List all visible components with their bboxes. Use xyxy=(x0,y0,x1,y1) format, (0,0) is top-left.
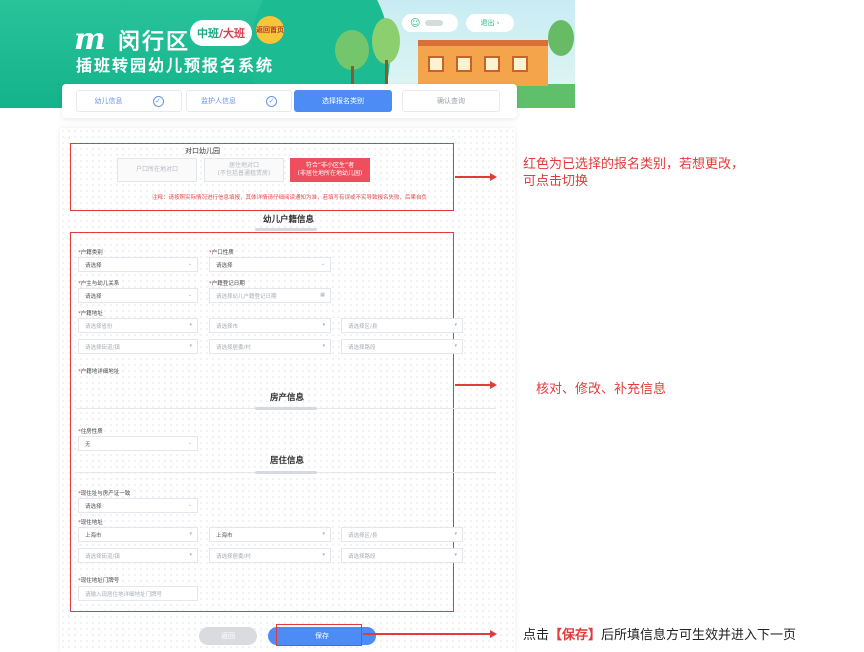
save-highlight-box xyxy=(276,624,362,646)
check-circle-icon: ✓ xyxy=(266,95,277,107)
household-village-select[interactable]: 请选择居委/村 ▾ xyxy=(209,339,331,354)
residence-street-select[interactable]: 请选择街道/镇 ▾ xyxy=(78,548,198,563)
chevron-down-icon: ▾ xyxy=(189,343,192,349)
housing-nature-label: *住房性质 xyxy=(78,429,103,435)
chevron-down-icon: ▾ xyxy=(454,322,457,328)
logout-label: 退出 xyxy=(480,19,495,27)
class-pill-middle: 中班 xyxy=(196,27,219,40)
household-city-select[interactable]: 请选择市 ▾ xyxy=(209,318,331,333)
tree-trunk xyxy=(351,66,354,86)
username-redacted xyxy=(425,20,444,26)
household-type-label: *户籍类别 xyxy=(78,250,103,256)
class-pill-senior: /大班 xyxy=(218,27,246,40)
residence-district-select[interactable]: 请选择区/县 ▾ xyxy=(341,527,463,542)
section-underline xyxy=(255,228,317,231)
step-child-info[interactable]: 幼儿信息 ✓ xyxy=(76,90,182,112)
chevron-down-icon: ▾ xyxy=(322,322,325,328)
user-icon: ☺ xyxy=(410,17,421,29)
step-label: 确认查询 xyxy=(437,97,465,105)
section-underline xyxy=(255,407,317,410)
household-type-select[interactable]: 请选择 ⌄ xyxy=(78,257,198,272)
household-address-label: *户籍地址 xyxy=(78,311,103,317)
chevron-down-icon: ⌄ xyxy=(187,261,192,267)
address-consistent-select[interactable]: 请选择 ⌄ xyxy=(78,498,198,513)
step-label: 幼儿信息 xyxy=(94,97,123,105)
doorplate-label: *现住地址门牌号 xyxy=(78,578,120,584)
housing-nature-select[interactable]: 无 ⌄ xyxy=(78,436,198,451)
tree-illustration xyxy=(335,30,369,70)
section-underline xyxy=(255,471,317,474)
residence-address-label: *现住地址 xyxy=(78,520,103,526)
category-option-label: 户口所在地对口 xyxy=(135,166,178,173)
relation-label: *户主与幼儿关系 xyxy=(78,281,120,287)
chevron-down-icon: ▾ xyxy=(322,343,325,349)
category-option-residence[interactable]: 居住地对口 (不包括普通租赁房) xyxy=(204,158,284,182)
class-level-pill: 中班/大班 xyxy=(190,20,252,46)
household-detail-input[interactable] xyxy=(78,376,198,391)
hukou-nature-label: *户口性质 xyxy=(209,250,234,256)
relation-select[interactable]: 请选择 ⌄ xyxy=(78,288,198,303)
step-confirm-query[interactable]: 确认查询 xyxy=(402,90,500,112)
category-option-label: 居住地对口 (不包括普通租赁房) xyxy=(217,162,271,177)
screenshot-root: m 闵行区 中班/大班 返回首页 插班转园幼儿预报名系统 ☺ 退出 › 幼儿信息… xyxy=(0,0,864,652)
tree-illustration xyxy=(548,20,574,56)
kindergarten-building-illustration xyxy=(418,40,548,86)
category-title: 对口幼儿园 xyxy=(185,147,220,155)
check-circle-icon: ✓ xyxy=(152,95,164,107)
step-select-category[interactable]: 选择报名类别 xyxy=(294,90,392,112)
tree-illustration xyxy=(372,18,400,64)
category-option-non-district[interactable]: 符合“非小区生”者 (非居住地所在地幼儿园) xyxy=(290,158,370,182)
step-label: 监护人信息 xyxy=(201,97,236,105)
household-road-select[interactable]: 请选择路段 ▾ xyxy=(341,339,463,354)
chevron-down-icon: ▾ xyxy=(454,552,457,558)
category-arrow xyxy=(455,173,497,180)
chevron-down-icon: ▾ xyxy=(189,322,192,328)
hukou-nature-select[interactable]: 请选择 ⌄ xyxy=(209,257,331,272)
user-pill[interactable]: ☺ xyxy=(402,14,458,32)
address-consistent-label: *现住址与房产证一致 xyxy=(78,491,131,497)
step-tabs: 幼儿信息 ✓ 监护人信息 ✓ 选择报名类别 确认查询 xyxy=(62,84,517,118)
home-badge[interactable]: 返回首页 xyxy=(256,16,284,44)
category-annotation: 红色为已选择的报名类别，若想更改， 可点击切换 xyxy=(523,157,745,189)
register-date-label: *户籍登记日期 xyxy=(209,281,245,287)
household-street-select[interactable]: 请选择街道/镇 ▾ xyxy=(78,339,198,354)
chevron-down-icon: ⌄ xyxy=(187,292,192,298)
residence-city2-select[interactable]: 上海市 ▾ xyxy=(209,527,331,542)
step-guardian-info[interactable]: 监护人信息 ✓ xyxy=(186,90,292,112)
household-district-select[interactable]: 请选择区/县 ▾ xyxy=(341,318,463,333)
property-section-title: 房产信息 xyxy=(270,393,305,403)
chevron-down-icon: ▾ xyxy=(454,343,457,349)
chevron-down-icon: ▾ xyxy=(189,531,192,537)
logout-button[interactable]: 退出 › xyxy=(466,14,514,32)
chevron-down-icon: ⌄ xyxy=(320,261,325,267)
calendar-icon: ▦ xyxy=(320,292,325,298)
category-notice: 注释：请按照实际情况进行信息填报，其体详情请仔细阅读通知为准，若填写有误或不实导… xyxy=(152,195,428,201)
household-province-select[interactable]: 请选择省份 ▾ xyxy=(78,318,198,333)
form-annotation: 核对、修改、补充信息 xyxy=(536,382,667,397)
form-arrow xyxy=(455,381,497,388)
doorplate-input[interactable]: 请输入现居住地详细地址门牌号 xyxy=(78,586,198,601)
chevron-down-icon: ⌄ xyxy=(187,502,192,508)
register-date-picker[interactable]: 请选择幼儿户籍登记日期 ▦ xyxy=(209,288,331,303)
category-option-hukou[interactable]: 户口所在地对口 xyxy=(117,158,197,182)
residence-section-title: 居住信息 xyxy=(270,456,305,466)
chevron-down-icon: ▾ xyxy=(189,552,192,558)
chevron-down-icon: ▾ xyxy=(322,531,325,537)
residence-road-select[interactable]: 请选择路段 ▾ xyxy=(341,548,463,563)
household-section-title: 幼儿户籍信息 xyxy=(263,215,315,225)
category-option-label: 符合“非小区生”者 (非居住地所在地幼儿园) xyxy=(297,162,363,177)
tree-trunk xyxy=(385,60,388,86)
save-annotation: 点击【保存】后所填信息方可生效并进入下一页 xyxy=(523,628,797,643)
save-arrow xyxy=(363,630,497,637)
chevron-down-icon: ⌄ xyxy=(187,440,192,446)
chevron-down-icon: ▾ xyxy=(322,552,325,558)
step-label: 选择报名类别 xyxy=(322,97,364,105)
back-button[interactable]: 返回 xyxy=(199,627,257,645)
residence-village-select[interactable]: 请选择居委/村 ▾ xyxy=(209,548,331,563)
system-title: 插班转园幼儿预报名系统 xyxy=(76,56,275,75)
residence-city-select[interactable]: 上海市 ▾ xyxy=(78,527,198,542)
household-detail-label: *户籍地详细地址 xyxy=(78,369,120,375)
chevron-down-icon: ▾ xyxy=(454,531,457,537)
